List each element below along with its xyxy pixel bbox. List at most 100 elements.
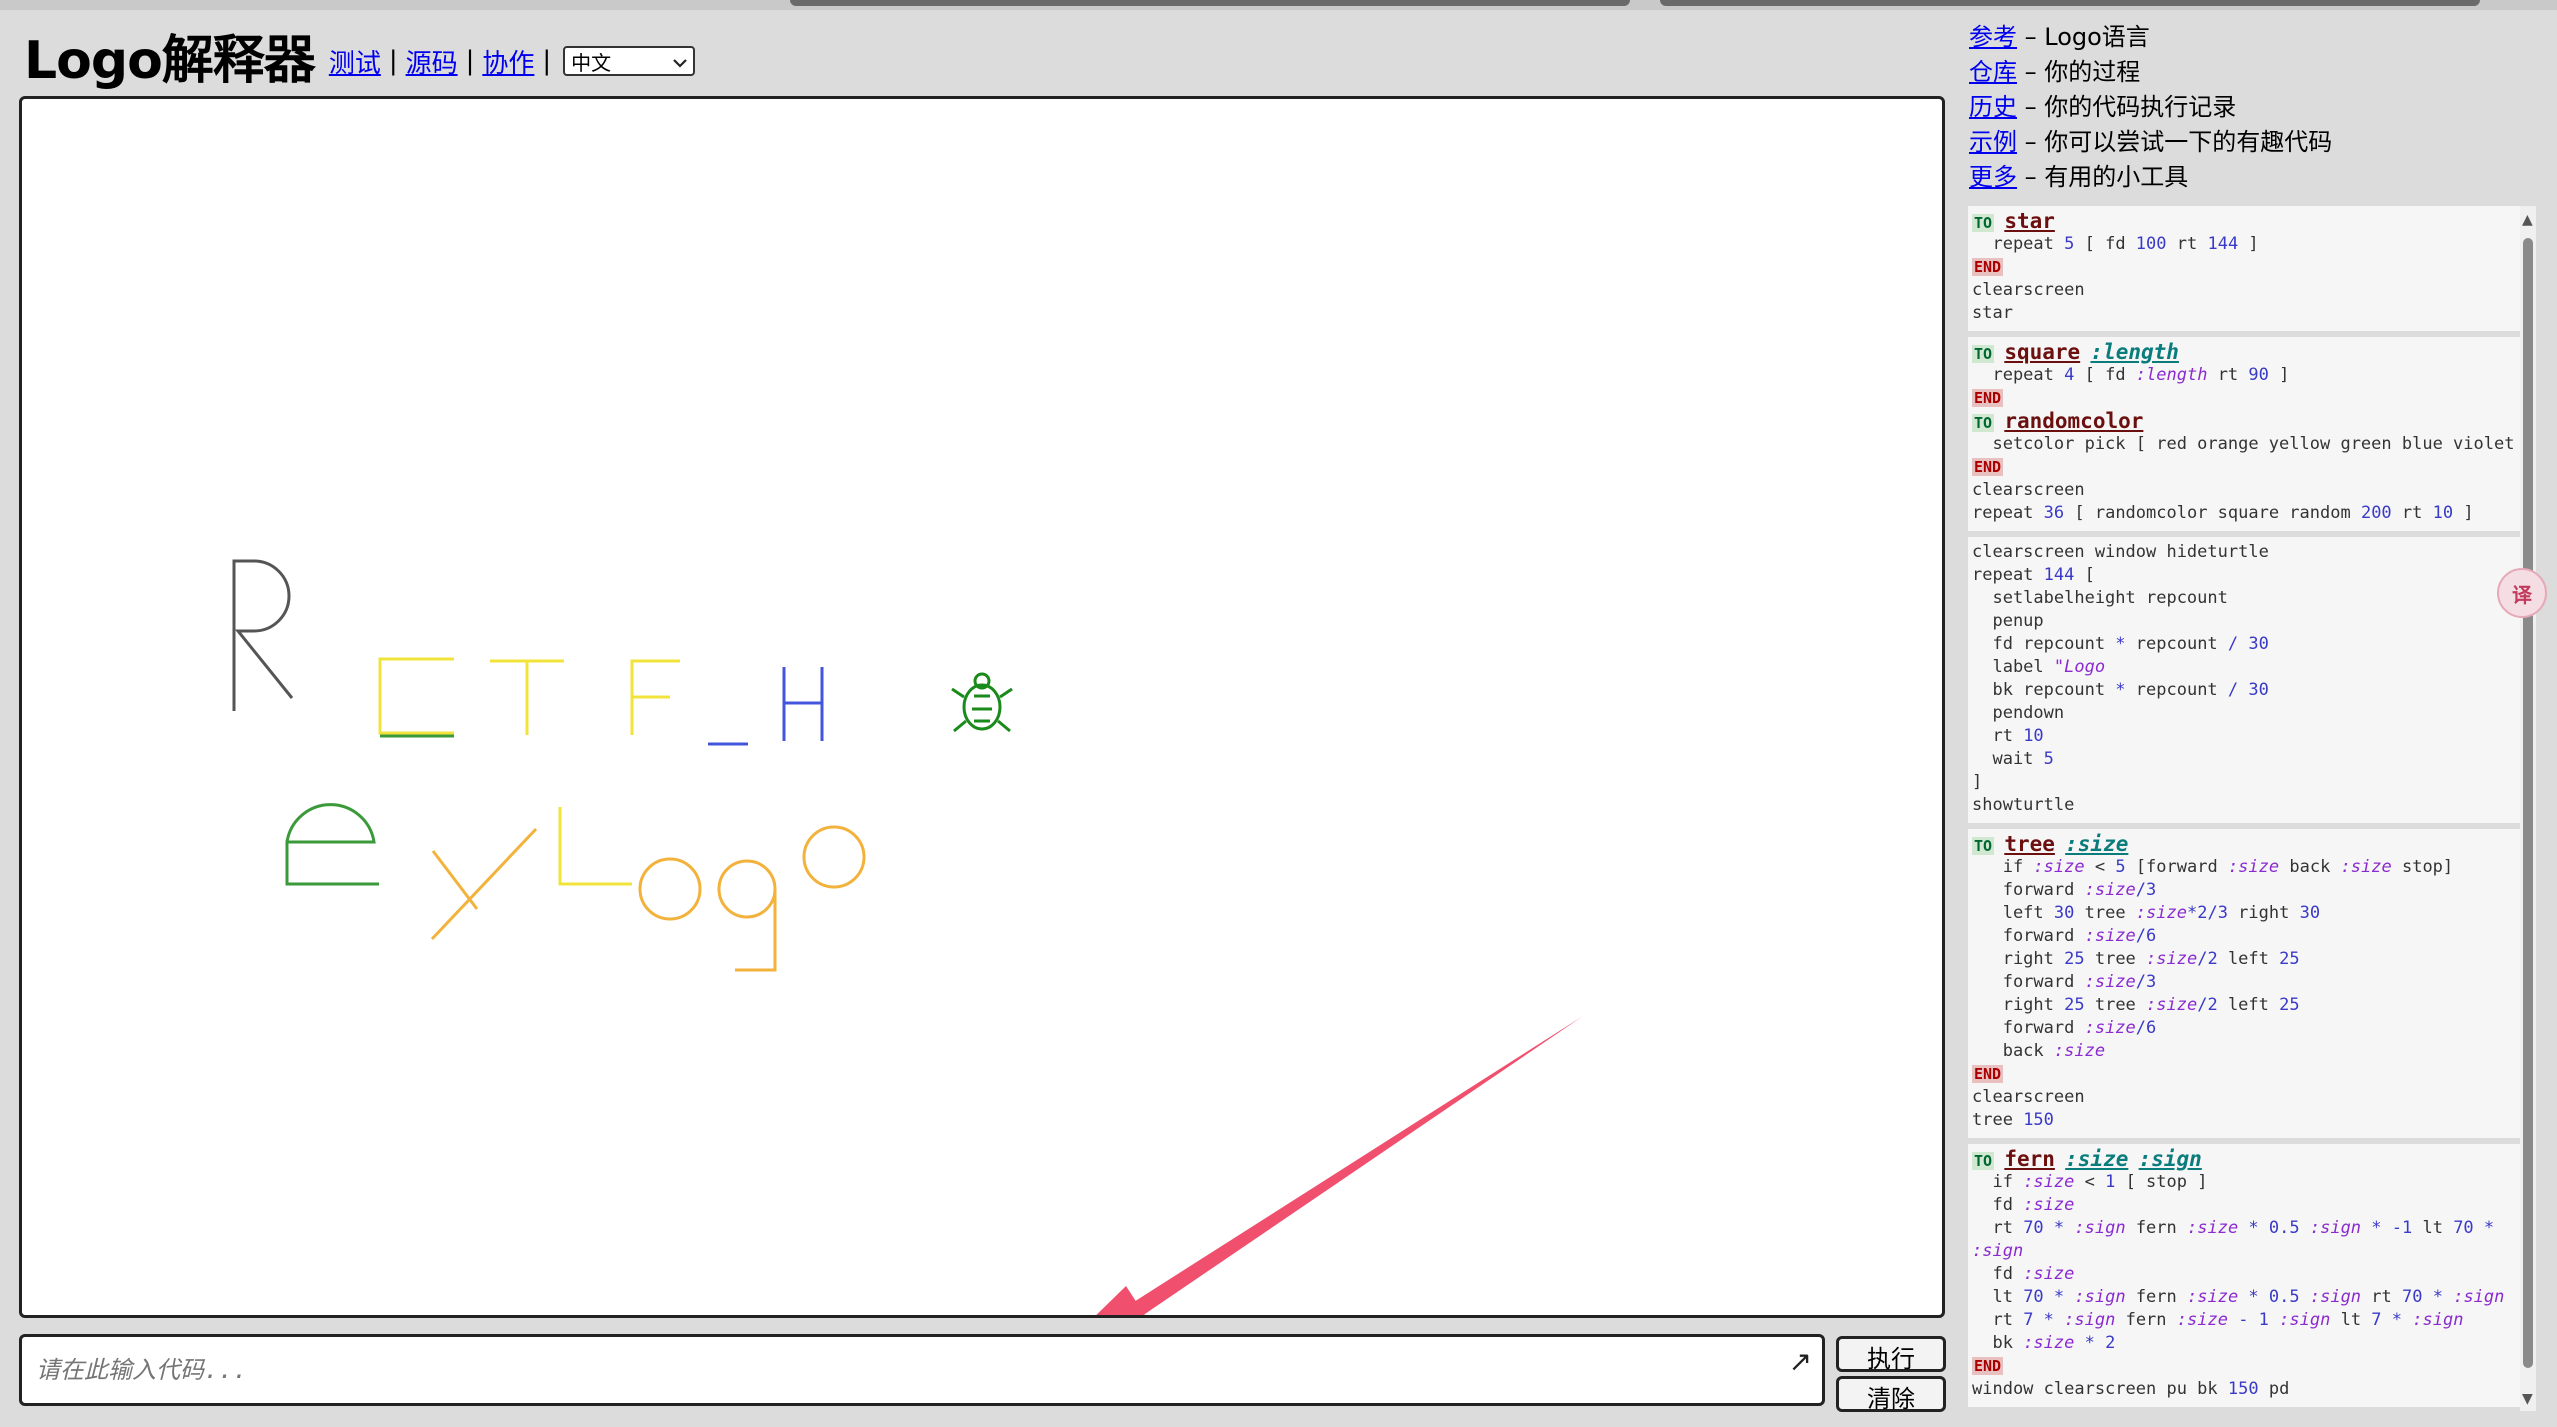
procedure-name[interactable]: square	[2004, 340, 2080, 364]
code-text: label	[1972, 657, 2054, 677]
code-text: rt	[2391, 503, 2433, 523]
code-text: showturtle	[1972, 795, 2075, 815]
library-entry[interactable]: clearscreen window hideturtle repeat 144 …	[1968, 537, 2522, 829]
procedure-parameter[interactable]: :length	[2090, 340, 2179, 364]
code-text: right	[1972, 995, 2065, 1015]
code-number: 25	[2064, 995, 2085, 1015]
link-row-reference: 参考 – Logo语言	[1969, 20, 2332, 55]
code-text: clearscreen window hideturtle	[1972, 542, 2269, 562]
drawn-letter-l	[558, 807, 632, 886]
code-line: END	[1972, 256, 2522, 279]
code-text: lt	[2330, 1310, 2372, 1330]
drawn-letter-o-high	[802, 825, 866, 889]
code-variable: :size	[2033, 857, 2085, 877]
library-entry[interactable]: TO fern :size :sign if :size < 1 [ stop …	[1968, 1144, 2522, 1411]
code-number: 7 *	[2371, 1310, 2403, 1330]
link-row-examples: 示例 – 你可以尝试一下的有趣代码	[1969, 125, 2332, 160]
code-line: repeat 36 [ randomcolor square random 20…	[1972, 502, 2522, 525]
code-line: rt 10	[1972, 725, 2522, 748]
code-text: pendown	[1972, 703, 2065, 723]
code-text: tree	[1972, 1110, 2024, 1130]
turtle-drawing	[232, 559, 1583, 1315]
language-select-value: 中文	[571, 50, 612, 75]
code-variable: :size	[2023, 1333, 2075, 1353]
nav-link-source[interactable]: 源码	[406, 43, 458, 80]
code-line: TO fern :size :sign	[1972, 1148, 2522, 1171]
code-line: ]	[1972, 771, 2522, 794]
procedure-name[interactable]: star	[2004, 209, 2055, 233]
examples-link[interactable]: 示例	[1969, 128, 2017, 156]
code-line: lt 70 * :sign fern :size * 0.5 :sign rt …	[1972, 1286, 2522, 1309]
turtle-canvas[interactable]	[19, 96, 1945, 1318]
code-line: right 25 tree :size/2 left 25	[1972, 948, 2522, 971]
code-text: stop]	[2391, 857, 2454, 877]
reference-link[interactable]: 参考	[1969, 23, 2017, 51]
library-scrollbar[interactable]: ▲ ▼	[2520, 206, 2536, 1411]
clear-button[interactable]: 清除	[1836, 1376, 1946, 1413]
code-text: clearscreen	[1972, 1087, 2085, 1107]
code-text: rt	[1972, 1218, 2024, 1238]
scroll-up-icon[interactable]: ▲	[2522, 212, 2533, 228]
code-number: /3	[2135, 972, 2157, 992]
code-number: * -1	[2361, 1218, 2413, 1238]
link-row-library: 仓库 – 你的过程	[1969, 55, 2332, 90]
expand-arrow-icon[interactable]: ↗	[1789, 1345, 1812, 1378]
code-input[interactable]	[34, 1355, 1758, 1385]
procedure-name[interactable]: randomcolor	[2004, 409, 2143, 433]
run-button[interactable]: 执行	[1836, 1336, 1946, 1373]
code-text: right	[1972, 949, 2065, 969]
code-variable: "Logo	[2053, 657, 2106, 677]
code-variable: :size	[2023, 1172, 2075, 1192]
code-text: forward	[1972, 1018, 2085, 1038]
code-text: <	[2074, 1172, 2106, 1192]
code-text: penup	[1972, 611, 2044, 631]
procedure-parameter[interactable]: :size	[2065, 1147, 2128, 1171]
library-entry[interactable]: TO star repeat 5 [ fd 100 rt 144 ] END cle…	[1968, 206, 2522, 337]
code-line: left 30 tree :size*2/3 right 30	[1972, 902, 2522, 925]
translate-icon[interactable]: 译	[2497, 568, 2547, 618]
scrollbar-thumb[interactable]	[2523, 238, 2533, 1368]
procedure-name[interactable]: tree	[2004, 832, 2055, 856]
code-line: fd :size	[1972, 1194, 2522, 1217]
language-select[interactable]: 中文	[563, 46, 696, 76]
nav-link-collab[interactable]: 协作	[482, 43, 534, 80]
procedure-parameter[interactable]: :size	[2065, 832, 2128, 856]
code-number: 150	[2023, 1110, 2054, 1130]
scroll-down-icon[interactable]: ▼	[2522, 1391, 2533, 1407]
code-library-list[interactable]: TO star repeat 5 [ fd 100 rt 144 ] END cle…	[1968, 206, 2522, 1411]
code-line: window clearscreen pu bk 150 pd	[1972, 1378, 2522, 1401]
code-text: repcount	[2125, 680, 2228, 700]
chevron-down-icon	[673, 49, 687, 73]
code-number: /6	[2135, 926, 2157, 946]
link-row-history: 历史 – 你的代码执行记录	[1969, 90, 2332, 125]
code-line: label "Logo	[1972, 656, 2522, 679]
page-title: Logo解释器	[24, 30, 316, 91]
code-number: 30	[2053, 903, 2075, 923]
code-text: ]	[1972, 772, 1983, 792]
code-text: <	[2084, 857, 2116, 877]
code-number: 25	[2279, 949, 2300, 969]
nav-link-test[interactable]: 测试	[329, 43, 381, 80]
code-text: left	[1972, 903, 2054, 923]
code-line: forward :size/6	[1972, 925, 2522, 948]
code-text: lt	[2412, 1218, 2454, 1238]
procedure-parameter[interactable]: :sign	[2139, 1147, 2202, 1171]
library-entry[interactable]: TO tree :size if :size < 5 [forward :siz…	[1968, 829, 2522, 1144]
code-text: rt	[2361, 1287, 2402, 1307]
code-text: repeat	[1972, 234, 2065, 254]
procedure-name[interactable]: fern	[2004, 1147, 2055, 1171]
header: Logo解释器 测试 | 源码 | 协作 | 中文	[24, 20, 696, 91]
more-link[interactable]: 更多	[1969, 163, 2017, 191]
code-variable: :size	[2146, 949, 2198, 969]
code-line: rt 7 * :sign fern :size - 1 :sign lt 7 *…	[1972, 1309, 2522, 1332]
link-desc: – 有用的小工具	[2017, 163, 2189, 191]
library-entry[interactable]: TO square :length repeat 4 [ fd :length …	[1968, 337, 2522, 537]
library-link[interactable]: 仓库	[1969, 58, 2017, 86]
history-link[interactable]: 历史	[1969, 93, 2017, 121]
code-number: 70 *	[2453, 1218, 2495, 1238]
code-text: [ randomcolor square random	[2064, 503, 2361, 523]
code-input-box[interactable]: ↗	[19, 1334, 1825, 1406]
